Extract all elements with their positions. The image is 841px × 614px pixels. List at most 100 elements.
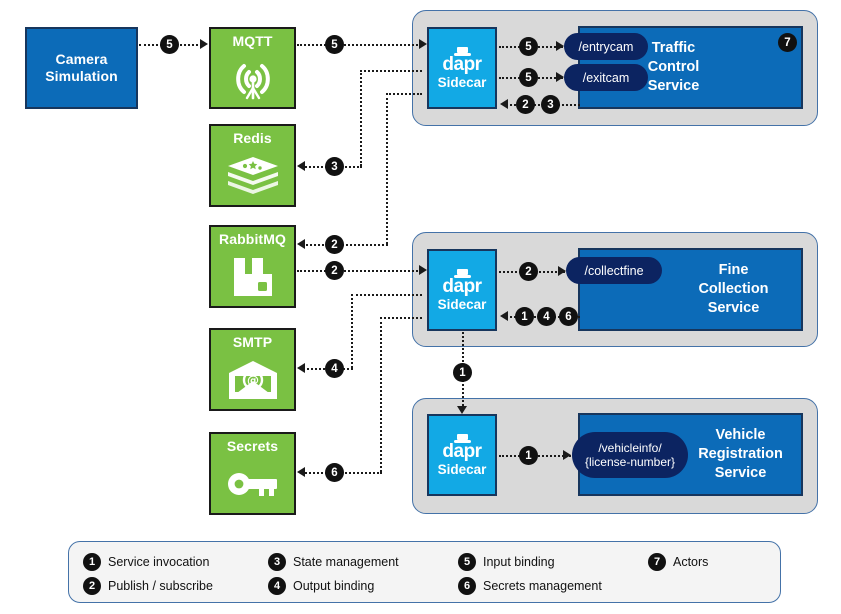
- camera-simulation-box: Camera Simulation: [25, 27, 138, 109]
- arrowhead-smtp-in: [297, 363, 305, 373]
- badge-rabbitmq-to-fc-sidecar: 2: [325, 261, 344, 280]
- sidecar-traffic-control: dapr Sidecar: [427, 27, 497, 109]
- endpoint-label-vehicleinfo-line2: {license-number}: [584, 455, 676, 469]
- endpoint-label-exitcam: /exitcam: [582, 70, 630, 85]
- arrowhead-vehicleinfo-in: [563, 450, 571, 460]
- architecture-diagram: Camera Simulation MQTT Redis RabbitMQ SM…: [0, 0, 841, 614]
- arrowhead-vr-sidecar-in: [457, 406, 467, 414]
- connector-binding-vertical: [351, 294, 353, 368]
- connector-fc-sidecar-out-secrets: [380, 317, 422, 319]
- endpoint-pill-collectfine: /collectfine: [566, 257, 662, 284]
- legend-label-1: Service invocation: [108, 555, 210, 569]
- legend-label-5: Input binding: [483, 555, 555, 569]
- component-label-redis: Redis: [233, 130, 272, 146]
- badge-tc-service-to-sidecar-a: 2: [516, 95, 535, 114]
- endpoint-pill-exitcam: /exitcam: [564, 64, 648, 91]
- legend-label-3: State management: [293, 555, 399, 569]
- connector-rabbitmq-to-fc-sidecar: [297, 270, 422, 272]
- component-box-rabbitmq: RabbitMQ: [209, 225, 296, 308]
- legend-badge-1: 1: [83, 553, 101, 571]
- arrowhead-entrycam-in: [556, 41, 564, 51]
- legend-badge-7: 7: [648, 553, 666, 571]
- badge-camera-to-mqtt: 5: [160, 35, 179, 54]
- camera-simulation-label-line1: Camera: [55, 51, 108, 67]
- component-box-secrets: Secrets: [209, 432, 296, 515]
- dapr-hat-icon: [453, 268, 471, 278]
- connector-mqtt-to-tc-sidecar: [297, 44, 422, 46]
- sidecar-label-vr: Sidecar: [437, 461, 487, 477]
- legend-badge-2: 2: [83, 577, 101, 595]
- legend-label-4: Output binding: [293, 579, 375, 593]
- arrowhead-exitcam-in: [556, 72, 564, 82]
- connector-tc-sidecar-out-pubsub: [386, 93, 422, 95]
- sidecar-label-tc: Sidecar: [437, 74, 487, 90]
- legend-badge-3: 3: [268, 553, 286, 571]
- legend-item-3: 3 State management: [268, 553, 399, 571]
- arrowhead-collectfine-in: [558, 266, 566, 276]
- badge-fc-service-to-sidecar-c: 6: [559, 307, 578, 326]
- dapr-brand-label-fc: dapr: [442, 275, 482, 297]
- legend-item-2: 2 Publish / subscribe: [83, 577, 213, 595]
- component-box-redis: Redis: [209, 124, 296, 207]
- connector-secrets-vertical: [380, 317, 382, 472]
- service-name-line3: Service: [707, 300, 760, 316]
- arrowhead-rabbitmq-in: [297, 239, 305, 249]
- badge-mqtt-to-tc-sidecar: 5: [325, 35, 344, 54]
- legend-label-7: Actors: [673, 555, 709, 569]
- connector-tc-sidecar-out-state: [360, 70, 422, 72]
- dapr-brand-label-tc: dapr: [442, 53, 482, 75]
- badge-fc-service-to-sidecar-a: 1: [515, 307, 534, 326]
- component-label-smtp: SMTP: [232, 334, 273, 350]
- arrowhead-mqtt-in: [200, 39, 208, 49]
- service-name-line2: Collection: [698, 281, 769, 297]
- service-name-line1: Fine: [718, 262, 749, 278]
- arrowhead-secrets-in: [297, 467, 305, 477]
- legend-item-4: 4 Output binding: [268, 577, 374, 595]
- legend-badge-5: 5: [458, 553, 476, 571]
- sidecar-vehicle-registration: dapr Sidecar: [427, 414, 497, 496]
- stacked-layers-icon: [211, 147, 294, 205]
- endpoint-label-vehicleinfo-line1: /vehicleinfo/: [598, 441, 662, 455]
- service-name-line2: Registration: [698, 446, 783, 462]
- legend-item-7: 7 Actors: [648, 553, 708, 571]
- legend-panel: 1 Service invocation 2 Publish / subscri…: [68, 541, 781, 603]
- badge-tc-sidecar-to-entrycam: 5: [519, 37, 538, 56]
- component-label-mqtt: MQTT: [232, 33, 273, 49]
- service-name-line3: Service: [714, 465, 767, 481]
- arrowhead-fc-sidecar-return: [500, 311, 508, 321]
- badge-to-smtp: 4: [325, 359, 344, 378]
- component-label-secrets: Secrets: [226, 438, 279, 454]
- badge-tc-sidecar-to-exitcam: 5: [519, 68, 538, 87]
- arrowhead-tc-sidecar-in-1: [419, 39, 427, 49]
- component-label-rabbitmq: RabbitMQ: [219, 231, 286, 247]
- envelope-at-icon: @: [211, 351, 294, 409]
- badge-to-redis: 3: [325, 157, 344, 176]
- dapr-hat-icon: [453, 46, 471, 56]
- endpoint-pill-entrycam: /entrycam: [564, 33, 648, 60]
- legend-item-5: 5 Input binding: [458, 553, 555, 571]
- badge-fc-service-to-sidecar-b: 4: [537, 307, 556, 326]
- sidecar-label-fc: Sidecar: [437, 296, 487, 312]
- key-icon: [211, 455, 294, 513]
- endpoint-label-entrycam: /entrycam: [578, 39, 634, 54]
- component-box-mqtt: MQTT: [209, 27, 296, 109]
- arrowhead-redis-in: [297, 161, 305, 171]
- badge-fc-to-vr-sidecar: 1: [453, 363, 472, 382]
- legend-item-1: 1 Service invocation: [83, 553, 209, 571]
- badge-fc-sidecar-to-collectfine: 2: [519, 262, 538, 281]
- badge-actors-corner: 7: [778, 33, 797, 52]
- legend-label-6: Secrets management: [483, 579, 602, 593]
- legend-badge-6: 6: [458, 577, 476, 595]
- rabbitmq-icon: [211, 248, 294, 306]
- connector-pubsub-to-rabbitmq: [302, 244, 388, 246]
- badge-tc-service-to-sidecar-b: 3: [541, 95, 560, 114]
- badge-to-secrets: 6: [325, 463, 344, 482]
- component-box-smtp: SMTP @: [209, 328, 296, 411]
- badge-to-rabbitmq: 2: [325, 235, 344, 254]
- camera-simulation-label-line2: Simulation: [45, 68, 118, 84]
- connector-pubsub-vertical: [386, 93, 388, 244]
- badge-vr-sidecar-to-vehicleinfo: 1: [519, 446, 538, 465]
- connector-fc-sidecar-out-binding: [351, 294, 422, 296]
- legend-badge-4: 4: [268, 577, 286, 595]
- connector-state-vertical: [360, 70, 362, 166]
